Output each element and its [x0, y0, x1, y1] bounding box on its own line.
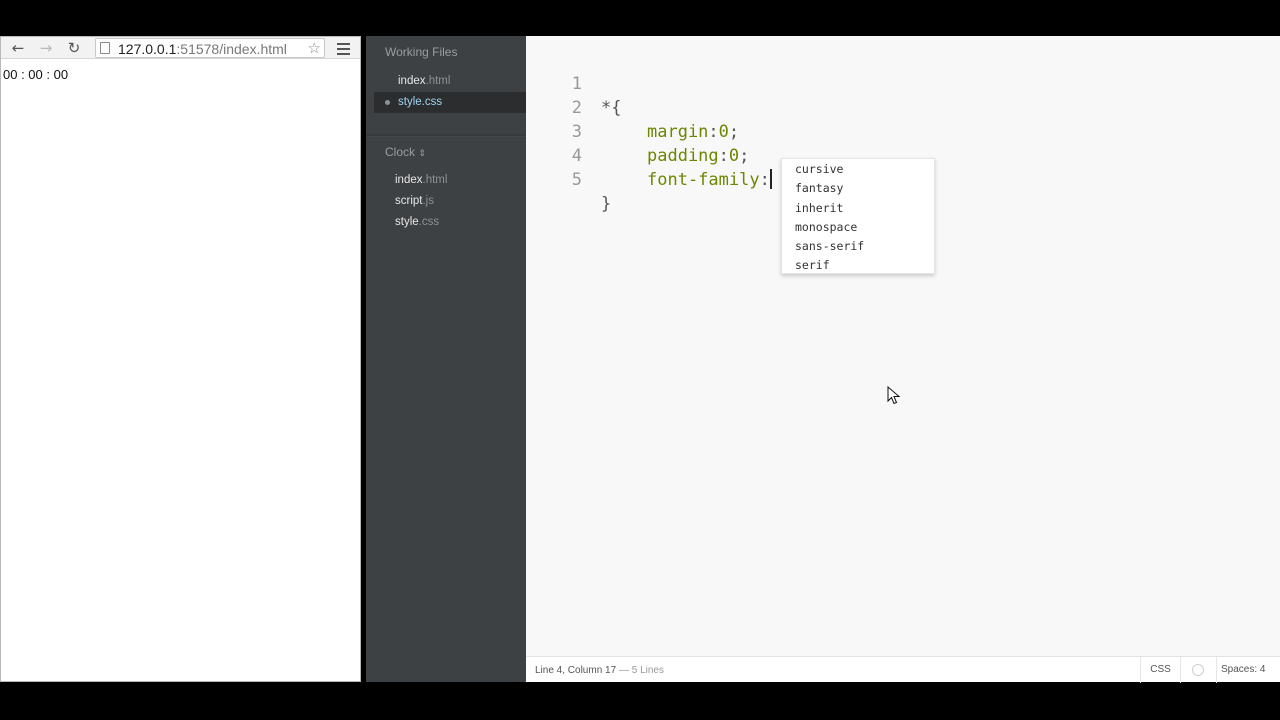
cursor-position-text: Line 4, Column 17: [535, 665, 617, 676]
code-text: }: [601, 192, 611, 216]
unsaved-dot-icon: [385, 100, 390, 105]
file-extension: .html: [425, 75, 451, 87]
hint-item[interactable]: inherit: [782, 199, 934, 218]
project-file-style-css[interactable]: style.css: [395, 212, 439, 232]
lint-status[interactable]: [1180, 657, 1216, 683]
project-title[interactable]: Clock ⇕: [385, 145, 426, 159]
file-sidebar: Working Files index.html style.css Clock…: [366, 36, 544, 682]
lint-status-icon: [1192, 664, 1204, 676]
file-base-name: style: [398, 96, 422, 108]
code-line[interactable]: 4 font-family:: [526, 120, 1280, 190]
cursor-position: Line 4, Column 17 — 5 Lines: [535, 665, 664, 676]
code-token: }: [601, 194, 612, 214]
hint-item[interactable]: monospace: [782, 218, 934, 237]
url-path: :51578/index.html: [176, 41, 287, 57]
code-line[interactable]: 3 padding:0;: [526, 96, 1280, 166]
screen: ← → ↻ 127.0.0.1:51578/index.html ☆ 00 : …: [0, 0, 1280, 720]
hint-item[interactable]: cursive: [782, 160, 934, 179]
reload-icon[interactable]: ↻: [65, 39, 83, 57]
address-bar[interactable]: 127.0.0.1:51578/index.html ☆: [95, 38, 325, 58]
css-property: font-family: [647, 170, 760, 190]
code-line[interactable]: 1 *{: [526, 48, 1280, 118]
url-text[interactable]: 127.0.0.1:51578/index.html: [118, 41, 287, 57]
code-line[interactable]: 2 margin:0;: [526, 72, 1280, 142]
code-token: :: [759, 170, 770, 190]
hint-item[interactable]: serif: [782, 256, 934, 275]
file-base-name: index: [395, 174, 423, 186]
text-cursor: [769, 169, 772, 189]
file-extension: .css: [421, 96, 443, 108]
code-hint-dropdown: cursive fantasy inherit monospace sans-s…: [781, 158, 935, 274]
file-extension: .js: [422, 195, 434, 207]
status-bar: Line 4, Column 17 — 5 Lines CSS Spaces: …: [526, 656, 1280, 683]
working-files-title: Working Files: [385, 45, 458, 59]
page-viewport: 00 : 00 : 00: [1, 60, 360, 680]
project-name: Clock: [385, 145, 416, 159]
sidebar-divider: [366, 134, 526, 136]
file-extension: .html: [422, 174, 448, 186]
working-file-style-css[interactable]: style.css: [374, 92, 544, 113]
line-number: 5: [571, 170, 582, 190]
mouse-pointer-icon: [887, 386, 901, 405]
page-icon: [100, 42, 110, 54]
file-extension: .css: [418, 216, 440, 228]
file-base-name: style: [395, 216, 419, 228]
hint-item[interactable]: fantasy: [782, 179, 934, 198]
hint-item[interactable]: sans-serif: [782, 237, 934, 256]
back-arrow-icon[interactable]: ←: [9, 39, 27, 57]
project-dropdown-icon: ⇕: [418, 149, 426, 159]
code-editor[interactable]: 1 *{ 2 margin:0; 3 padding:0; 4 font-fam…: [526, 36, 1280, 683]
forward-arrow-icon[interactable]: →: [37, 39, 55, 57]
indent-setting[interactable]: Spaces: 4: [1216, 657, 1280, 683]
language-selector[interactable]: CSS: [1140, 657, 1180, 683]
browser-toolbar: ← → ↻ 127.0.0.1:51578/index.html ☆: [1, 37, 360, 59]
file-base-name: index: [398, 75, 426, 87]
browser-window: ← → ↻ 127.0.0.1:51578/index.html ☆ 00 : …: [0, 36, 361, 682]
working-file-index-html[interactable]: index.html: [398, 71, 450, 91]
file-base-name: script: [395, 195, 423, 207]
menu-icon[interactable]: [337, 40, 351, 56]
project-file-script-js[interactable]: script.js: [395, 191, 434, 211]
bookmark-star-icon[interactable]: ☆: [308, 39, 321, 57]
code-text: font-family:: [647, 168, 772, 192]
clock-display: 00 : 00 : 00: [3, 67, 69, 82]
line-count: — 5 Lines: [616, 665, 664, 676]
project-file-index-html[interactable]: index.html: [395, 170, 447, 190]
code-area[interactable]: 1 *{ 2 margin:0; 3 padding:0; 4 font-fam…: [526, 48, 1280, 648]
url-host: 127.0.0.1: [118, 41, 177, 57]
